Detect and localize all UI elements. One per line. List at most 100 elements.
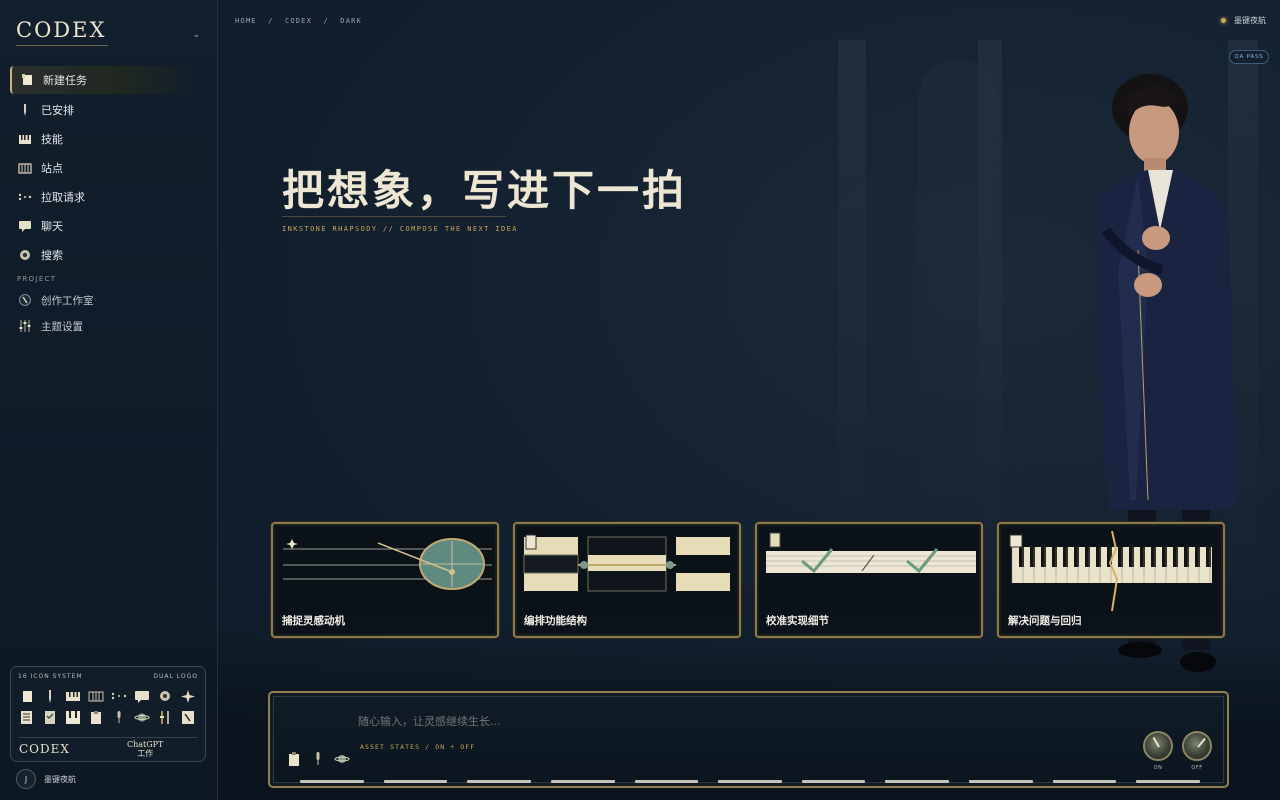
sidebar-item-pull-requests[interactable]: 拉取请求 xyxy=(10,183,196,210)
search-disc-icon xyxy=(157,689,180,704)
logo-underline xyxy=(16,45,108,46)
sidebar-item-label: 技能 xyxy=(41,132,63,146)
sidebar-item-sites[interactable]: 站点 xyxy=(10,154,196,181)
workspace-switcher[interactable]: CODEX ⌄ xyxy=(16,18,202,48)
breadcrumb-dark: DARK xyxy=(340,17,362,25)
card-label: 解决问题与回归 xyxy=(1008,615,1082,627)
key-segment xyxy=(1136,780,1201,783)
tuning-forks-icon xyxy=(157,710,180,725)
branch-dots-icon xyxy=(18,190,32,204)
sidebar-item-new-task[interactable]: 新建任务 xyxy=(10,66,196,94)
search-disc-icon xyxy=(18,248,32,262)
sidebar-item-scheduled[interactable]: 已安排 xyxy=(10,96,196,123)
sidebar-item-label: 搜索 xyxy=(41,248,63,262)
icon-card-title: 16 ICON SYSTEM xyxy=(18,673,83,680)
building-icon xyxy=(88,689,111,704)
status-indicator[interactable]: 墨键夜航 xyxy=(1221,15,1266,26)
keyboard-icon xyxy=(65,710,88,725)
clipboard-icon xyxy=(88,710,111,725)
project-list: 创作工作室 主题设置 xyxy=(10,288,196,340)
scroll-icon xyxy=(20,73,34,87)
breadcrumb-separator: / xyxy=(323,17,329,25)
studio-icon xyxy=(18,293,32,307)
planet-icon[interactable] xyxy=(334,751,350,767)
checklist-icon xyxy=(42,710,65,725)
card-arrange-structure[interactable]: 编排功能结构 xyxy=(513,522,741,638)
sliders-icon xyxy=(18,319,32,333)
background-pillar xyxy=(978,40,1002,600)
icon-card-header: 16 ICON SYSTEM DUAL LOGO xyxy=(18,673,198,683)
background-pillar xyxy=(838,40,866,600)
knob-on[interactable] xyxy=(1143,731,1173,761)
sidebar-item-chat[interactable]: 聊天 xyxy=(10,212,196,239)
key-segment xyxy=(718,780,782,783)
sidebar-item-label: 聊天 xyxy=(41,219,63,233)
card-calibrate-details[interactable]: 校准实现细节 xyxy=(755,522,983,638)
planet-icon xyxy=(134,710,157,725)
compass-rose-icon xyxy=(180,689,203,704)
breadcrumb-codex[interactable]: CODEX xyxy=(285,17,312,25)
branch-dots-icon xyxy=(111,689,134,704)
piano-keys-icon xyxy=(65,689,88,704)
dual-logo-row: CODEX ChatGPT 工作 xyxy=(19,737,197,759)
dial-card-icon xyxy=(180,710,203,725)
breadcrumb-home[interactable]: HOME xyxy=(235,17,257,25)
black-key xyxy=(1217,547,1218,567)
asset-icon-row xyxy=(286,751,350,767)
sidebar-item-label: 拉取请求 xyxy=(41,190,85,204)
sidebar-item-label: 主题设置 xyxy=(41,320,83,333)
microphone-icon[interactable] xyxy=(310,751,326,767)
scroll-icon xyxy=(19,689,42,704)
sidebar: CODEX ⌄ 新建任务 已安排 技能 站点 拉取请求 聊天 搜索 PROJEC… xyxy=(0,0,218,800)
sidebar-item-theme-settings[interactable]: 主题设置 xyxy=(10,314,196,338)
piano-key-strip xyxy=(300,780,1201,783)
workflow-cards: 捕捉灵感动机 编排功能结构 校准实现细节 解决问题与回归 xyxy=(271,522,1226,638)
app-root: CODEX ⌄ 新建任务 已安排 技能 站点 拉取请求 聊天 搜索 PROJEC… xyxy=(0,0,1280,800)
card-resolve-regression[interactable]: 解决问题与回归 xyxy=(997,522,1225,638)
chat-bubble-icon xyxy=(134,689,157,704)
sidebar-item-label: 新建任务 xyxy=(43,74,87,87)
key-segment xyxy=(801,780,866,783)
knob-off[interactable] xyxy=(1182,731,1212,761)
key-segment xyxy=(300,780,364,783)
card-capture-motif[interactable]: 捕捉灵感动机 xyxy=(271,522,499,638)
status-label: 墨键夜航 xyxy=(1234,16,1266,25)
icon-card-right-label: DUAL LOGO xyxy=(153,673,198,680)
sidebar-item-label: 已安排 xyxy=(41,103,74,117)
building-icon xyxy=(18,161,32,175)
chatgpt-work-logo: ChatGPT 工作 xyxy=(127,740,163,758)
asset-states-label: ASSET STATES / ON + OFF xyxy=(360,743,476,751)
pen-nib-icon xyxy=(42,689,65,704)
user-profile[interactable]: J 墨键夜航 xyxy=(16,768,206,790)
key-segment xyxy=(634,780,699,783)
breadcrumb: HOME / CODEX / DARK xyxy=(235,17,368,25)
key-segment xyxy=(383,780,448,783)
split-keyboard-illustration xyxy=(1004,529,1218,611)
sidebar-nav: 新建任务 已安排 技能 站点 拉取请求 聊天 搜索 xyxy=(10,66,196,270)
sidebar-item-skills[interactable]: 技能 xyxy=(10,125,196,152)
checkmark-staff-illustration xyxy=(762,529,976,611)
clipboard-icon[interactable] xyxy=(286,751,302,767)
avatar[interactable]: J xyxy=(16,769,36,789)
sidebar-item-search[interactable]: 搜索 xyxy=(10,241,196,268)
breadcrumb-separator: / xyxy=(268,17,274,25)
icon-grid xyxy=(19,686,205,728)
card-label: 校准实现细节 xyxy=(766,615,829,627)
sidebar-item-label: 创作工作室 xyxy=(41,294,94,307)
hero-title: 把想象，写进下一拍 xyxy=(282,166,688,215)
icon-grid-row xyxy=(19,707,205,728)
sidebar-item-studio[interactable]: 创作工作室 xyxy=(10,288,196,312)
main-stage: HOME / CODEX / DARK 墨键夜航 QA PASS 把想象，写进下… xyxy=(218,0,1280,800)
knob-needle xyxy=(1197,737,1206,748)
user-name: 墨键夜航 xyxy=(44,774,76,784)
pen-nib-icon xyxy=(18,103,32,117)
key-segment xyxy=(467,780,531,783)
project-heading: PROJECT xyxy=(17,275,57,283)
card-label: 编排功能结构 xyxy=(524,615,587,627)
key-segment xyxy=(550,780,615,783)
qa-pass-badge: QA PASS xyxy=(1229,50,1269,64)
prompt-input[interactable] xyxy=(358,715,858,728)
chevron-down-icon[interactable]: ⌄ xyxy=(192,30,200,40)
hero-subtitle: INKSTONE RHAPSODY // COMPOSE THE NEXT ID… xyxy=(282,225,518,233)
sidebar-item-label: 站点 xyxy=(41,161,63,175)
